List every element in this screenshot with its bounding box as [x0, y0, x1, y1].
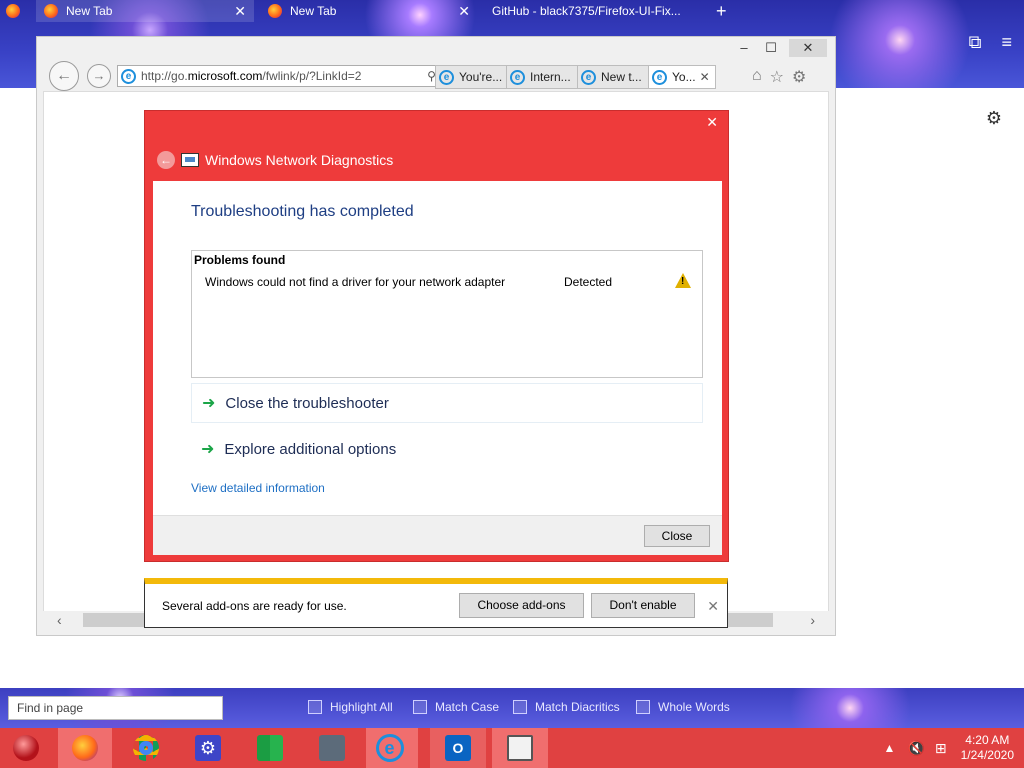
- gear-icon[interactable]: ⚙: [986, 108, 1002, 129]
- firefox-tab-3[interactable]: GitHub - black7375/Firefox-UI-Fix...: [484, 0, 706, 22]
- dialog-footer: Close: [153, 515, 722, 555]
- dialog-body: Troubleshooting has completed Problems f…: [153, 181, 722, 515]
- gear-icon[interactable]: ⚙: [792, 67, 806, 87]
- forward-button[interactable]: →: [87, 64, 111, 88]
- ie-tab-strip: e You're... e Intern... e New t... e Yo... ✕: [435, 65, 716, 89]
- ie-tab-3[interactable]: e New t...: [577, 65, 649, 89]
- new-tab-button[interactable]: +: [716, 0, 736, 22]
- outlook-icon: O: [445, 735, 471, 761]
- firefox-icon: [72, 735, 98, 761]
- view-detailed-info-link[interactable]: View detailed information: [191, 481, 325, 495]
- addon-notification-bar: Several add-ons are ready for use. Choos…: [144, 578, 728, 628]
- close-button[interactable]: Close: [644, 525, 710, 547]
- choose-addons-button[interactable]: Choose add-ons: [459, 593, 584, 618]
- taskbar-settings[interactable]: ⚙: [184, 728, 232, 768]
- match-diacritics-checkbox[interactable]: Match Diacritics: [513, 700, 620, 714]
- system-tray: ▲ 🔇 ⊞ 4:20 AM 1/24/2020: [884, 728, 1024, 768]
- ie-icon: e: [439, 69, 454, 85]
- clock-time: 4:20 AM: [965, 733, 1010, 747]
- close-troubleshooter-option[interactable]: ➜ Close the troubleshooter: [191, 383, 703, 423]
- store-icon: [257, 735, 283, 761]
- dialog-title: ← Windows Network Diagnostics: [157, 151, 393, 169]
- ie-navbar: ← → e http://go.microsoft.com/fwlink/p/?…: [37, 61, 837, 91]
- explore-options-option[interactable]: ➜ Explore additional options: [191, 429, 703, 469]
- control-panel-icon: [319, 735, 345, 761]
- problems-list: Problems found Windows could not find a …: [191, 250, 703, 378]
- taskbar-outlook[interactable]: O: [430, 728, 486, 768]
- network-icon: [507, 735, 533, 761]
- dialog-close-icon[interactable]: ✕: [706, 114, 718, 131]
- scroll-right-icon[interactable]: ›: [810, 612, 815, 628]
- home-icon[interactable]: ⌂: [752, 67, 762, 87]
- firefox-tab-2[interactable]: New Tab ✕: [258, 0, 478, 22]
- ie-tab-2[interactable]: e Intern...: [506, 65, 578, 89]
- clock[interactable]: 4:20 AM 1/24/2020: [961, 733, 1014, 763]
- taskbar-control-panel[interactable]: [308, 728, 356, 768]
- taskbar-network-diagnostics[interactable]: [492, 728, 548, 768]
- close-icon[interactable]: ✕: [700, 70, 710, 84]
- dialog-title-text: Windows Network Diagnostics: [205, 152, 394, 168]
- chevron-up-icon[interactable]: ▲: [884, 741, 896, 755]
- close-window-button[interactable]: ✕: [789, 39, 827, 57]
- ie-icon: e: [652, 69, 667, 85]
- firefox-icon: [44, 4, 58, 18]
- maximize-button[interactable]: ☐: [759, 39, 783, 57]
- back-button[interactable]: ←: [49, 61, 79, 91]
- find-bar: Find in page Highlight All Match Case Ma…: [0, 688, 1024, 728]
- firefox-icon: [268, 4, 282, 18]
- tab-title: GitHub - black7375/Firefox-UI-Fix...: [492, 4, 681, 18]
- ie-icon: e: [510, 69, 525, 85]
- extensions-icon[interactable]: ⧉: [969, 32, 982, 53]
- ie-icon: e: [121, 68, 136, 84]
- close-icon[interactable]: ✕: [234, 3, 246, 20]
- back-arrow-icon[interactable]: ←: [157, 151, 175, 169]
- ie-tab-4[interactable]: e Yo... ✕: [648, 65, 716, 89]
- highlight-all-checkbox[interactable]: Highlight All: [308, 700, 393, 714]
- green-arrow-icon: ➜: [201, 441, 215, 458]
- dont-enable-button[interactable]: Don't enable: [591, 593, 695, 618]
- settings-icon: ⚙: [195, 735, 221, 761]
- dialog-heading: Troubleshooting has completed: [191, 203, 414, 220]
- close-icon[interactable]: ✕: [458, 3, 470, 20]
- menu-icon[interactable]: ≡: [1001, 32, 1012, 53]
- close-icon[interactable]: ✕: [707, 598, 719, 615]
- firefox-icon: [6, 4, 20, 18]
- taskbar-ie[interactable]: e: [366, 728, 418, 768]
- green-arrow-icon: ➜: [202, 395, 216, 412]
- network-icon: [181, 153, 199, 167]
- star-icon[interactable]: ☆: [770, 67, 784, 87]
- firefox-tab-1[interactable]: New Tab ✕: [36, 0, 254, 22]
- network-diagnostics-dialog: ✕ ← Windows Network Diagnostics Troubles…: [144, 110, 729, 562]
- problem-status: Detected: [564, 275, 613, 289]
- tab-title: New Tab: [290, 4, 337, 18]
- match-case-checkbox[interactable]: Match Case: [413, 700, 499, 714]
- firefox-menu-icon[interactable]: [6, 0, 30, 22]
- scroll-left-icon[interactable]: ‹: [57, 612, 62, 628]
- clock-date: 1/24/2020: [960, 748, 1014, 762]
- chrome-icon: [133, 735, 159, 761]
- whole-words-checkbox[interactable]: Whole Words: [636, 700, 730, 714]
- taskbar-store[interactable]: [246, 728, 294, 768]
- problem-description: Windows could not find a driver for your…: [205, 275, 506, 289]
- warning-icon: !: [675, 273, 691, 288]
- find-input[interactable]: Find in page: [8, 696, 223, 720]
- url-text: http://go.microsoft.com/fwlink/p/?LinkId…: [141, 69, 362, 83]
- ie-tab-1[interactable]: e You're...: [435, 65, 507, 89]
- network-tray-icon[interactable]: ⊞: [935, 740, 947, 757]
- taskbar: ⚙ e O ▲ 🔇 ⊞ 4:20 AM 1/24/2020: [0, 728, 1024, 768]
- ie-icon: e: [581, 69, 596, 85]
- ornament-icon: [13, 735, 39, 761]
- start-button[interactable]: [2, 728, 50, 768]
- tab-title: New Tab: [66, 4, 113, 18]
- taskbar-firefox[interactable]: [58, 728, 112, 768]
- minimize-button[interactable]: –: [732, 39, 756, 57]
- volume-muted-icon[interactable]: 🔇: [907, 740, 924, 757]
- problems-header: Problems found: [194, 253, 286, 267]
- address-bar[interactable]: e http://go.microsoft.com/fwlink/p/?Link…: [117, 65, 469, 87]
- taskbar-chrome[interactable]: [122, 728, 170, 768]
- ie-titlebar[interactable]: – ☐ ✕: [37, 37, 835, 61]
- addon-message: Several add-ons are ready for use.: [162, 599, 347, 613]
- ie-icon: e: [375, 734, 404, 762]
